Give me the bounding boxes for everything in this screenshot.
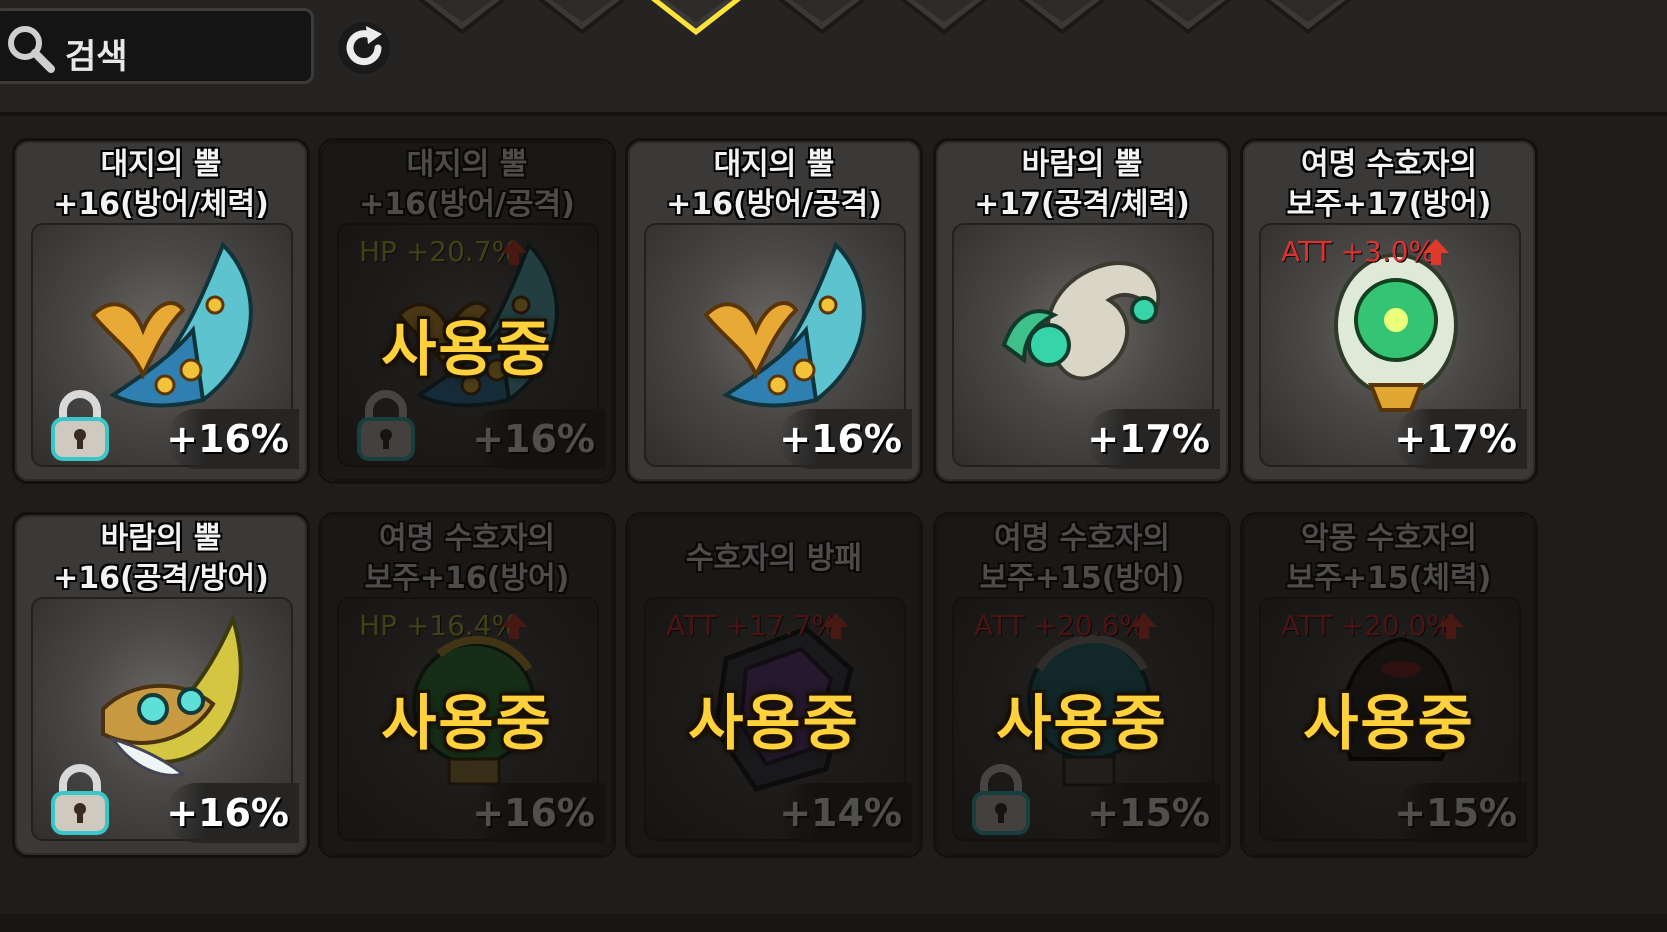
- percent-badge: +16%: [166, 783, 299, 843]
- filter-tab-empty-slot-icon[interactable]: [894, 0, 994, 36]
- red-gem-icon: [417, 0, 507, 35]
- percent-badge: +16%: [166, 409, 299, 469]
- lock-icon[interactable]: [49, 763, 111, 837]
- percent-badge: +17%: [1394, 409, 1527, 469]
- yellow-gem-icon: [537, 0, 627, 35]
- empty-slot-icon: [1017, 0, 1107, 35]
- item-card[interactable]: 여명 수호자의 보주+15(방어)ATT +20.6%+15%사용중: [933, 512, 1231, 858]
- wind-horn-icon: [994, 235, 1184, 425]
- selected-gem-icon: [651, 0, 741, 36]
- item-card[interactable]: 여명 수호자의 보주+16(방어)HP +16.4%+16%사용중: [318, 512, 616, 858]
- blue-gem-icon: [777, 0, 867, 35]
- item-card[interactable]: 바람의 뿔 +17(공격/체력) +17%: [933, 138, 1231, 484]
- filter-tab-orange-gem-icon[interactable]: [1258, 0, 1358, 36]
- filter-tab-selected-gem-icon[interactable]: [646, 0, 746, 36]
- in-use-label: 사용중: [688, 689, 860, 759]
- item-title: 대지의 뿔 +16(방어/공격): [666, 147, 882, 222]
- item-title: 대지의 뿔 +16(방어/체력): [53, 147, 269, 222]
- filter-tab-brown-gem-icon[interactable]: [1138, 0, 1238, 36]
- bottom-divider: [0, 914, 1667, 932]
- item-card[interactable]: 대지의 뿔 +16(방어/공격) +16%: [625, 138, 923, 484]
- in-use-label: 사용중: [381, 689, 553, 759]
- refresh-icon[interactable]: [334, 18, 394, 78]
- brown-gem-icon: [1143, 0, 1233, 35]
- filter-tab-empty-slot-icon[interactable]: [1012, 0, 1112, 36]
- item-card[interactable]: 수호자의 방패ATT +17.7%+14%사용중: [625, 512, 923, 858]
- search-input[interactable]: 검색: [0, 8, 314, 84]
- in-use-label: 사용중: [1303, 689, 1475, 759]
- item-card[interactable]: 대지의 뿔 +16(방어/체력) +16%: [12, 138, 310, 484]
- percent-badge: +16%: [779, 409, 912, 469]
- empty-slot-icon: [899, 0, 989, 35]
- item-card[interactable]: 악몽 수호자의 보주+15(체력)ATT +20.0%+15%사용중: [1240, 512, 1538, 858]
- item-title: 바람의 뿔 +17(공격/체력): [974, 147, 1190, 222]
- item-title: 여명 수호자의 보주+17(방어): [1286, 147, 1492, 222]
- filter-tab-blue-gem-icon[interactable]: [772, 0, 872, 36]
- search-placeholder: 검색: [65, 37, 128, 77]
- earth-horn-icon: [686, 235, 876, 425]
- item-card[interactable]: 여명 수호자의 보주+17(방어) ATT +3.0% +17%: [1240, 138, 1538, 484]
- item-card[interactable]: 대지의 뿔 +16(방어/공격)HP +20.7%+16%사용중: [318, 138, 616, 484]
- percent-badge: +17%: [1087, 409, 1220, 469]
- top-bar: 검색: [0, 0, 1667, 116]
- item-card[interactable]: 바람의 뿔 +16(공격/방어) +16%: [12, 512, 310, 858]
- up-arrow-icon: [1421, 237, 1451, 267]
- item-title: 바람의 뿔 +16(공격/방어): [53, 521, 269, 596]
- lock-icon[interactable]: [49, 389, 111, 463]
- filter-tab-yellow-gem-icon[interactable]: [532, 0, 632, 36]
- orange-gem-icon: [1263, 0, 1353, 35]
- filter-tab-red-gem-icon[interactable]: [412, 0, 512, 36]
- search-icon: [8, 26, 55, 73]
- stat-bonus: ATT +3.0%: [1281, 235, 1436, 268]
- inventory-screen: 검색 대지의 뿔 +16(방어/체력) +16% 대지의 뿔 +16(방어/공격)H…: [0, 0, 1667, 932]
- in-use-label: 사용중: [996, 689, 1168, 759]
- in-use-label: 사용중: [381, 315, 553, 385]
